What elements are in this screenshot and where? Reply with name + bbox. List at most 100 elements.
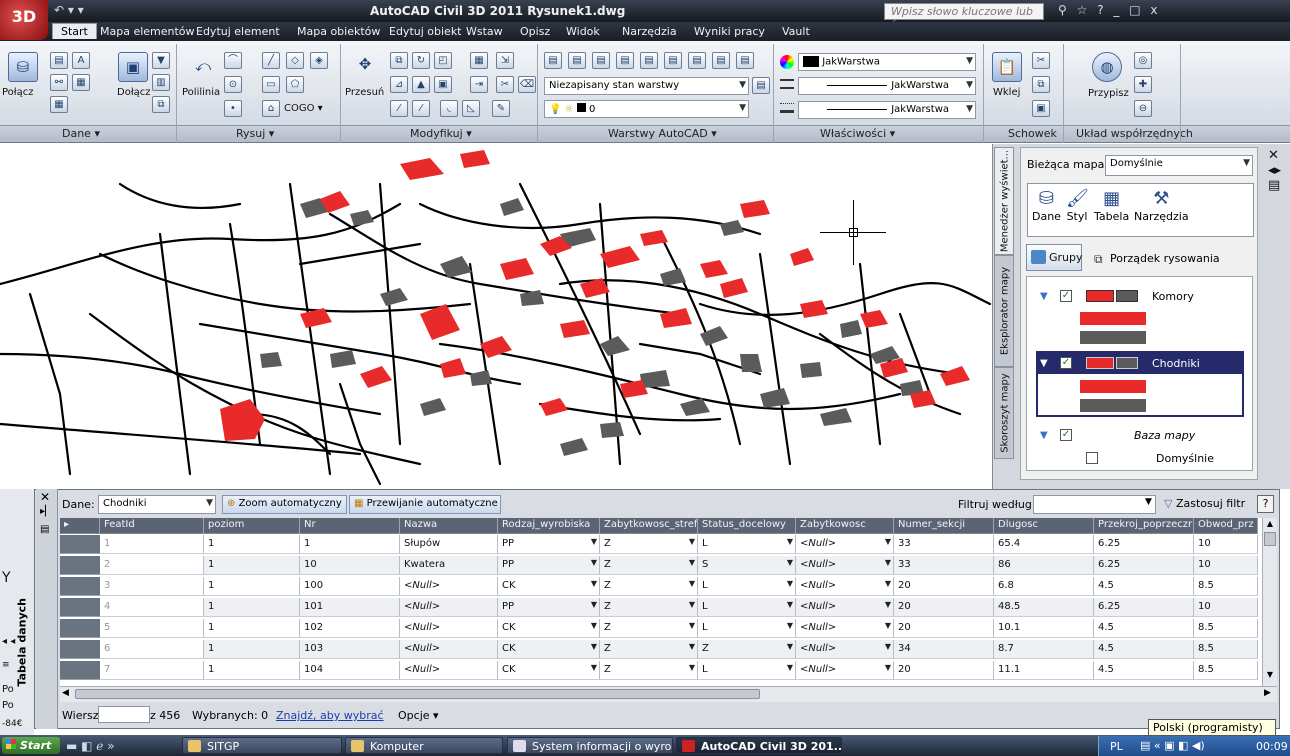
layer-properties-icon[interactable]: ▤	[544, 52, 562, 69]
chevron-down-icon[interactable]: ▼	[689, 537, 695, 546]
table-cell[interactable]: 1	[204, 598, 300, 617]
column-header[interactable]: Nr	[300, 518, 400, 534]
table-cell[interactable]: <Null>	[400, 598, 498, 617]
table-cell[interactable]: 103	[300, 640, 400, 659]
tab-narzedzia[interactable]: Narzędzia	[622, 25, 677, 38]
tab-wyniki-pracy[interactable]: Wyniki pracy	[694, 25, 765, 38]
globe-icon[interactable]: ◍	[1092, 52, 1122, 82]
table-cell[interactable]: Z ▼	[600, 598, 698, 617]
table-cell[interactable]: Z ▼	[600, 661, 698, 680]
line-icon[interactable]: ╱	[262, 52, 280, 69]
tab-vault[interactable]: Vault	[782, 25, 810, 38]
rotate-icon[interactable]: ↻	[412, 52, 430, 69]
table-cell[interactable]: 8.7	[994, 640, 1094, 659]
chevron-down-icon[interactable]: ▼	[591, 558, 597, 567]
task-komputer[interactable]: Komputer	[345, 737, 503, 754]
chevron-down-icon[interactable]: ▼	[689, 663, 695, 672]
layer-name-domyslnie[interactable]: Domyślnie	[1156, 452, 1214, 465]
command-line-grip[interactable]: ≡	[2, 660, 10, 670]
row-selector[interactable]	[60, 556, 100, 575]
move-icon[interactable]: ✥	[350, 50, 380, 80]
export-icon[interactable]: ▥	[152, 74, 170, 91]
table-icon[interactable]: ▦	[50, 96, 68, 113]
table-cell[interactable]: Z ▼	[600, 535, 698, 554]
expand-icon[interactable]: ▼	[1040, 291, 1048, 302]
layer-walk-icon[interactable]: ▤	[688, 52, 706, 69]
row-selector[interactable]	[60, 598, 100, 617]
table-cell[interactable]: <Null>	[400, 640, 498, 659]
layer-states-manager-icon[interactable]: ▤	[752, 77, 770, 94]
layer-checkbox-domyslnie[interactable]	[1086, 452, 1098, 464]
task-sitgp[interactable]: SITGP	[182, 737, 342, 754]
table-cell[interactable]: PP ▼	[498, 535, 600, 554]
tab-widok[interactable]: Widok	[566, 25, 600, 38]
table-cell[interactable]: PP ▼	[498, 556, 600, 575]
panel-title-modyfikuj[interactable]: Modyfikuj ▾	[410, 127, 472, 140]
layer-checkbox-komory[interactable]: ✓	[1060, 290, 1072, 302]
close-icon[interactable]: ✕ ◂▸ ▤	[1268, 148, 1281, 193]
tray-icons[interactable]: ▤ « ▣ ◧ ◀)	[1140, 739, 1205, 752]
table-cell[interactable]: PP ▼	[498, 598, 600, 617]
chevron-down-icon[interactable]: ▼	[591, 621, 597, 630]
style-tool[interactable]: 🖌 Styl	[1066, 188, 1089, 223]
table-cell[interactable]: 1	[204, 556, 300, 575]
chevron-down-icon[interactable]: ▼	[885, 600, 891, 609]
chevron-down-icon[interactable]: ▼	[787, 642, 793, 651]
chevron-down-icon[interactable]: ▼	[787, 558, 793, 567]
column-header[interactable]: Status_docelowy	[698, 518, 796, 534]
column-header[interactable]: FeatId	[100, 518, 204, 534]
table-cell[interactable]: S ▼	[698, 556, 796, 575]
layer-lock-icon[interactable]: ▤	[640, 52, 658, 69]
color-combo[interactable]: JakWarstwa ▼	[798, 53, 976, 71]
column-header[interactable]: Dlugosc	[994, 518, 1094, 534]
help-search-input[interactable]: Wpisz słowo kluczowe lub frazę	[884, 3, 1044, 31]
offset-icon[interactable]: ▲	[412, 76, 430, 93]
table-cell[interactable]: 86	[994, 556, 1094, 575]
mirror-icon[interactable]: ⊿	[390, 76, 408, 93]
table-cell[interactable]: <Null> ▼	[796, 535, 894, 554]
quick-launch-icons[interactable]: ▬ ◧ ℯ »	[66, 739, 115, 753]
row-selector[interactable]	[60, 619, 100, 638]
star-icon[interactable]: ☆	[1077, 3, 1091, 17]
layer-freeze-icon[interactable]: ▤	[592, 52, 610, 69]
attach-drawing-icon[interactable]: ▣	[118, 52, 148, 82]
window-controls[interactable]: _ □ x	[1113, 3, 1160, 17]
table-cell[interactable]: 6.25	[1094, 598, 1194, 617]
table-cell[interactable]: 1	[300, 535, 400, 554]
cut-icon[interactable]: ✂	[1032, 52, 1050, 69]
attribute-grid[interactable]: ▸ FeatId poziom Nr Nazwa Rodzaj_wyrobiska Zaby…	[60, 518, 1262, 686]
table-cell[interactable]: 2	[100, 556, 204, 575]
chevron-down-icon[interactable]: ▼	[1145, 497, 1152, 507]
connect-data-icon[interactable]: ⛁	[8, 52, 38, 82]
tab-edytuj-obiekt[interactable]: Edytuj obiekt	[389, 25, 462, 38]
filter-combo[interactable]	[1033, 495, 1156, 514]
import-icon[interactable]: ⧉	[152, 96, 170, 113]
options-menu[interactable]: Opcje ▾	[398, 709, 439, 722]
table-cell[interactable]: 1	[100, 535, 204, 554]
column-header[interactable]: Obwod_prz	[1194, 518, 1258, 534]
table-cell[interactable]: <Null> ▼	[796, 577, 894, 596]
table-cell[interactable]: 104	[300, 661, 400, 680]
help-icon[interactable]: ?	[1097, 3, 1106, 17]
find-to-select-link[interactable]: Znajdź, aby wybrać	[276, 709, 384, 722]
table-cell[interactable]: 6.8	[994, 577, 1094, 596]
table-cell[interactable]: Kwatera	[400, 556, 498, 575]
vertical-scroll-thumb[interactable]	[1264, 532, 1276, 546]
row-number-input[interactable]	[98, 706, 150, 723]
scale-icon[interactable]: ◰	[434, 52, 452, 69]
tab-opisz[interactable]: Opisz	[520, 25, 550, 38]
chevron-down-icon[interactable]: ▼	[689, 621, 695, 630]
panel-title-dane[interactable]: Dane ▾	[62, 127, 100, 140]
layer-isolate-icon[interactable]: ▤	[568, 52, 586, 69]
chevron-down-icon[interactable]: ▼	[787, 600, 793, 609]
table-cell[interactable]: 102	[300, 619, 400, 638]
table-cell[interactable]: L ▼	[698, 535, 796, 554]
table-cell[interactable]: 20	[894, 577, 994, 596]
quick-access-toolbar[interactable]: ↶ ▾ ▾	[54, 3, 84, 17]
scroll-down-icon[interactable]: ▼	[1264, 670, 1276, 682]
cogo-label[interactable]: COGO ▾	[284, 103, 323, 114]
chevron-down-icon[interactable]: ▼	[787, 579, 793, 588]
table-cell[interactable]: 4.5	[1094, 640, 1194, 659]
table-cell[interactable]: 33	[894, 556, 994, 575]
table-cell[interactable]: 3	[100, 577, 204, 596]
